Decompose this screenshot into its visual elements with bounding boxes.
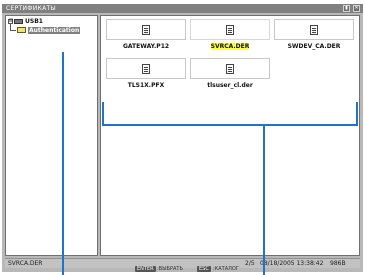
file-name-selected: SVRCA.DER (188, 43, 272, 50)
document-icon (226, 25, 234, 35)
file-item-gateway[interactable]: GATEWAY.P12 (104, 19, 188, 52)
catalog-hint: :КАТАЛОГ (213, 266, 239, 272)
tree-item-authentication[interactable]: Authentication (28, 27, 81, 34)
file-name: SWDEV_CA.DER (287, 43, 341, 50)
certificates-window: СЕРТИФИКАТЫ ▮ ✕ ⊟ USB1 Authentication GA… (2, 4, 363, 272)
esc-key-icon: ESC (197, 266, 211, 272)
document-icon (310, 25, 318, 35)
document-icon (142, 25, 150, 35)
files-callout-line (263, 124, 265, 275)
file-thumbnail (190, 19, 270, 40)
file-thumbnail (190, 58, 270, 79)
minimize-icon[interactable]: ▮ (343, 5, 350, 12)
folder-tree[interactable]: ⊟ USB1 Authentication (5, 15, 98, 256)
window-title: СЕРТИФИКАТЫ (6, 5, 57, 12)
selected-file-highlight: SVRCA.DER (210, 43, 250, 50)
document-icon (142, 64, 150, 74)
files-callout-bracket-right (356, 102, 358, 126)
document-icon (226, 64, 234, 74)
select-hint: :ВЫБРАТЬ (157, 266, 183, 272)
usb-drive-icon (14, 19, 23, 24)
file-thumbnail (106, 19, 186, 40)
file-item-tlsuser[interactable]: tlsuser_cl.der (188, 58, 272, 91)
file-item-swdev[interactable]: SWDEV_CA.DER (272, 19, 356, 52)
title-bar: СЕРТИФИКАТЫ ▮ ✕ (2, 4, 363, 13)
file-thumbnail (274, 19, 354, 40)
files-callout-bracket-bottom (102, 124, 358, 126)
tree-item-usb1[interactable]: USB1 (25, 18, 43, 25)
file-name: GATEWAY.P12 (122, 43, 170, 50)
file-name: TLS1X.PFX (127, 82, 165, 89)
tree-connector-horizontal (10, 30, 16, 31)
file-thumbnail (106, 58, 186, 79)
file-item-svrca[interactable]: SVRCA.DER (188, 19, 272, 52)
file-item-tls1x[interactable]: TLS1X.PFX (104, 58, 188, 91)
file-list: GATEWAY.P12 SVRCA.DER SWDEV_CA.DER TLS1X… (100, 15, 360, 256)
folder-icon (17, 27, 26, 33)
close-icon[interactable]: ✕ (353, 5, 360, 12)
files-callout-bracket-left (102, 102, 104, 126)
tree-item-label: Authentication (28, 27, 81, 34)
enter-key-icon: ENTER (135, 266, 156, 272)
tree-callout-line (62, 52, 64, 275)
file-name: tlsuser_cl.der (207, 82, 253, 89)
footer-hints: ENTER :ВЫБРАТЬ ESC :КАТАЛОГ (0, 265, 365, 275)
